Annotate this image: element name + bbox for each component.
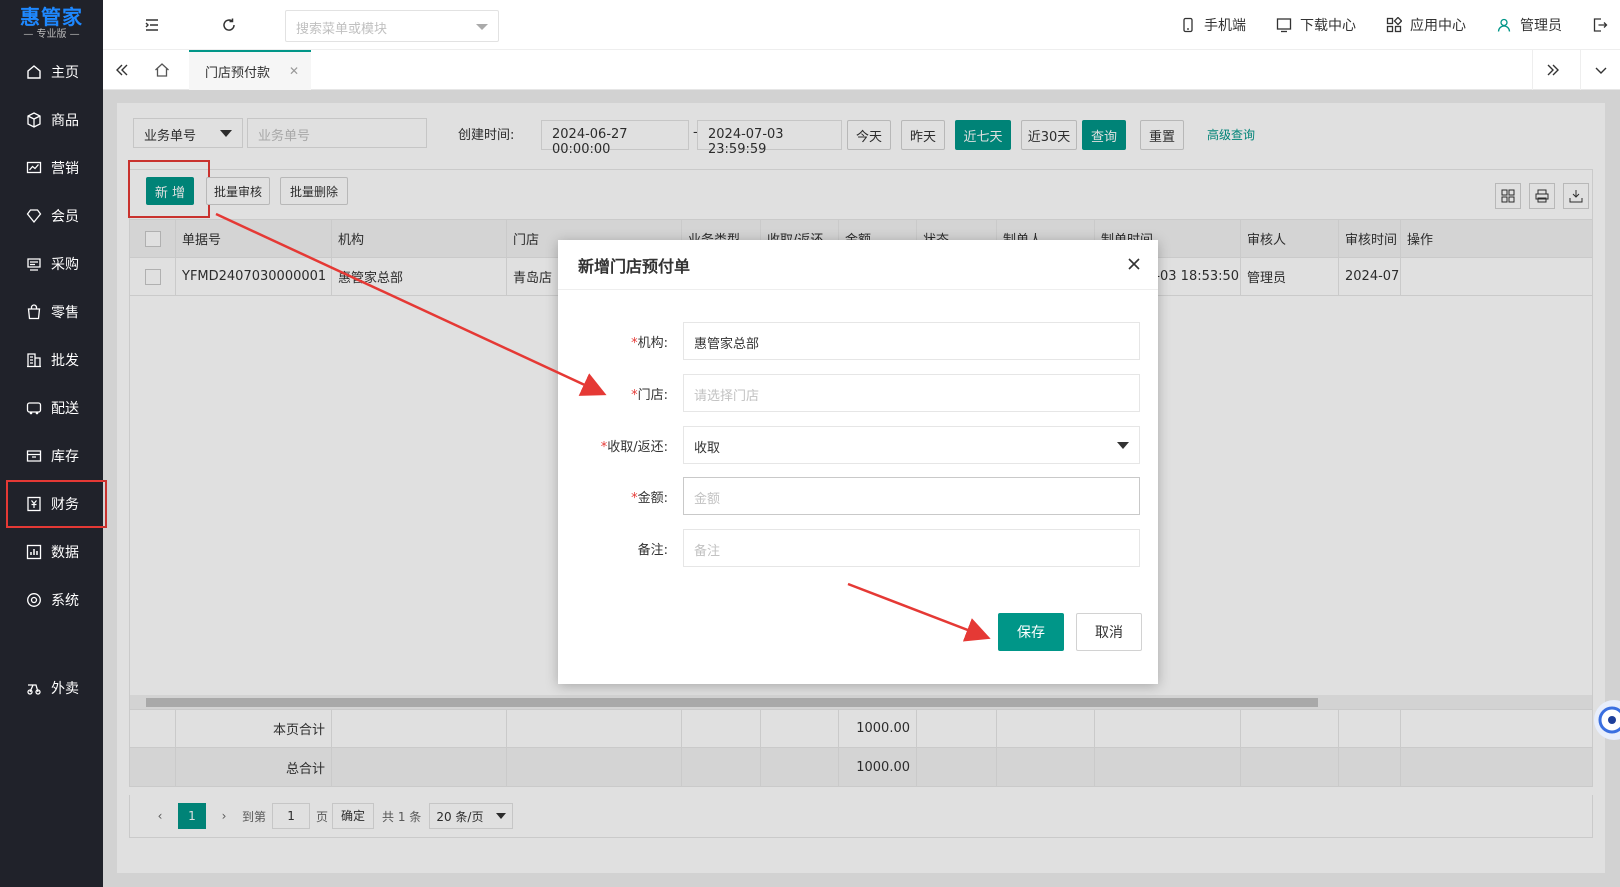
chevron-down-icon (1117, 442, 1129, 449)
logo-text: 惠管家 (20, 5, 83, 29)
logo: 惠管家 — 专业版 — (0, 0, 103, 48)
sidebar-item-label: 库存 (51, 449, 79, 465)
store-field[interactable]: 请选择门店 (683, 374, 1140, 412)
download-center-link[interactable]: 下载中心 (1276, 15, 1356, 35)
chart-icon (26, 160, 42, 176)
sidebar-item-label: 营销 (51, 161, 79, 177)
tab-bar: 门店预付款 ✕ (103, 50, 1620, 90)
bag-icon (26, 304, 42, 320)
cube-icon (26, 112, 42, 128)
tab-store-prepayment[interactable]: 门店预付款 ✕ (189, 50, 311, 90)
tabs-scroll-left-icon[interactable] (113, 61, 131, 79)
cancel-button[interactable]: 取消 (1076, 613, 1142, 651)
form-row-type: *收取/返还: 收取 (558, 426, 1158, 464)
sidebar-item-goods[interactable]: 商品 (0, 96, 103, 144)
sidebar-item-finance[interactable]: 财务 (6, 480, 107, 528)
system-icon (26, 592, 42, 608)
purchase-icon (26, 256, 42, 272)
sidebar-item-purchase[interactable]: 采购 (0, 240, 103, 288)
menu-toggle-icon[interactable] (144, 17, 160, 33)
sidebar-item-data[interactable]: 数据 (0, 528, 103, 576)
close-icon[interactable] (1126, 256, 1142, 272)
finance-icon (26, 496, 42, 512)
apps-icon (1386, 17, 1402, 33)
menu-search-input[interactable]: 搜索菜单或模块 (285, 10, 499, 42)
sidebar-item-inventory[interactable]: 库存 (0, 432, 103, 480)
tabs-menu-chevron-icon[interactable] (1580, 50, 1620, 90)
sidebar-item-label: 商品 (51, 113, 79, 129)
remark-field[interactable]: 备注 (683, 529, 1140, 567)
form-row-store: *门店: 请选择门店 (558, 374, 1158, 412)
form-row-org: *机构: 惠管家总部 (558, 322, 1158, 360)
app-center-link[interactable]: 应用中心 (1386, 15, 1466, 35)
chevron-down-icon (476, 24, 488, 30)
sidebar-item-system[interactable]: 系统 (0, 576, 103, 624)
data-icon (26, 544, 42, 560)
close-icon[interactable]: ✕ (289, 64, 299, 78)
takeout-icon (26, 680, 42, 696)
sidebar-item-retail[interactable]: 零售 (0, 288, 103, 336)
assistant-robot-icon[interactable] (1590, 690, 1620, 750)
building-icon (26, 352, 42, 368)
sidebar-item-label: 外卖 (51, 681, 79, 697)
monitor-icon (1276, 18, 1292, 33)
sidebar-item-label: 批发 (51, 353, 79, 369)
sidebar-item-home[interactable]: 主页 (0, 48, 103, 96)
sidebar-item-label: 会员 (51, 209, 79, 225)
sidebar-item-marketing[interactable]: 营销 (0, 144, 103, 192)
form-row-amount: *金额: 金额 (558, 477, 1158, 515)
diamond-icon (26, 208, 42, 224)
collect-return-select[interactable]: 收取 (683, 426, 1140, 464)
top-header: 搜索菜单或模块 手机端 下载中心 应用中心 管理员 (103, 0, 1620, 50)
sidebar-item-label: 系统 (51, 593, 79, 609)
user-menu[interactable]: 管理员 (1496, 15, 1562, 35)
sidebar-item-label: 财务 (51, 497, 79, 513)
sidebar: 惠管家 — 专业版 — 主页 商品 营销 会员 采购 零售 批发 配送 库存 财… (0, 0, 107, 887)
refresh-icon[interactable] (221, 17, 237, 33)
logo-edition: — 专业版 — (23, 29, 80, 40)
logout-icon[interactable] (1592, 17, 1608, 33)
sidebar-item-member[interactable]: 会员 (0, 192, 103, 240)
add-store-prepayment-dialog: 新增门店预付单 *机构: 惠管家总部 *门店: 请选择门店 *收取/返还: 收取… (558, 240, 1158, 684)
home-tab-icon[interactable] (153, 61, 171, 79)
sidebar-item-label: 采购 (51, 257, 79, 273)
sidebar-item-takeout[interactable]: 外卖 (0, 664, 103, 712)
sidebar-item-label: 配送 (51, 401, 79, 417)
remark-label: 备注: (637, 543, 668, 558)
mobile-icon (1183, 17, 1193, 33)
org-field[interactable]: 惠管家总部 (683, 322, 1140, 360)
save-button[interactable]: 保存 (998, 613, 1064, 651)
dialog-title: 新增门店预付单 (558, 240, 1158, 290)
inventory-icon (26, 448, 42, 464)
sidebar-item-label: 主页 (51, 65, 79, 81)
amount-field[interactable]: 金额 (683, 477, 1140, 515)
sidebar-item-label: 数据 (51, 545, 79, 561)
mobile-link[interactable]: 手机端 (1180, 15, 1246, 35)
tabs-scroll-right-icon[interactable] (1532, 50, 1572, 90)
form-row-remark: 备注: 备注 (558, 529, 1158, 567)
sidebar-item-wholesale[interactable]: 批发 (0, 336, 103, 384)
user-icon (1497, 18, 1511, 32)
home-icon (26, 64, 42, 80)
sidebar-item-delivery[interactable]: 配送 (0, 384, 103, 432)
sidebar-item-label: 零售 (51, 305, 79, 321)
delivery-icon (26, 400, 42, 416)
